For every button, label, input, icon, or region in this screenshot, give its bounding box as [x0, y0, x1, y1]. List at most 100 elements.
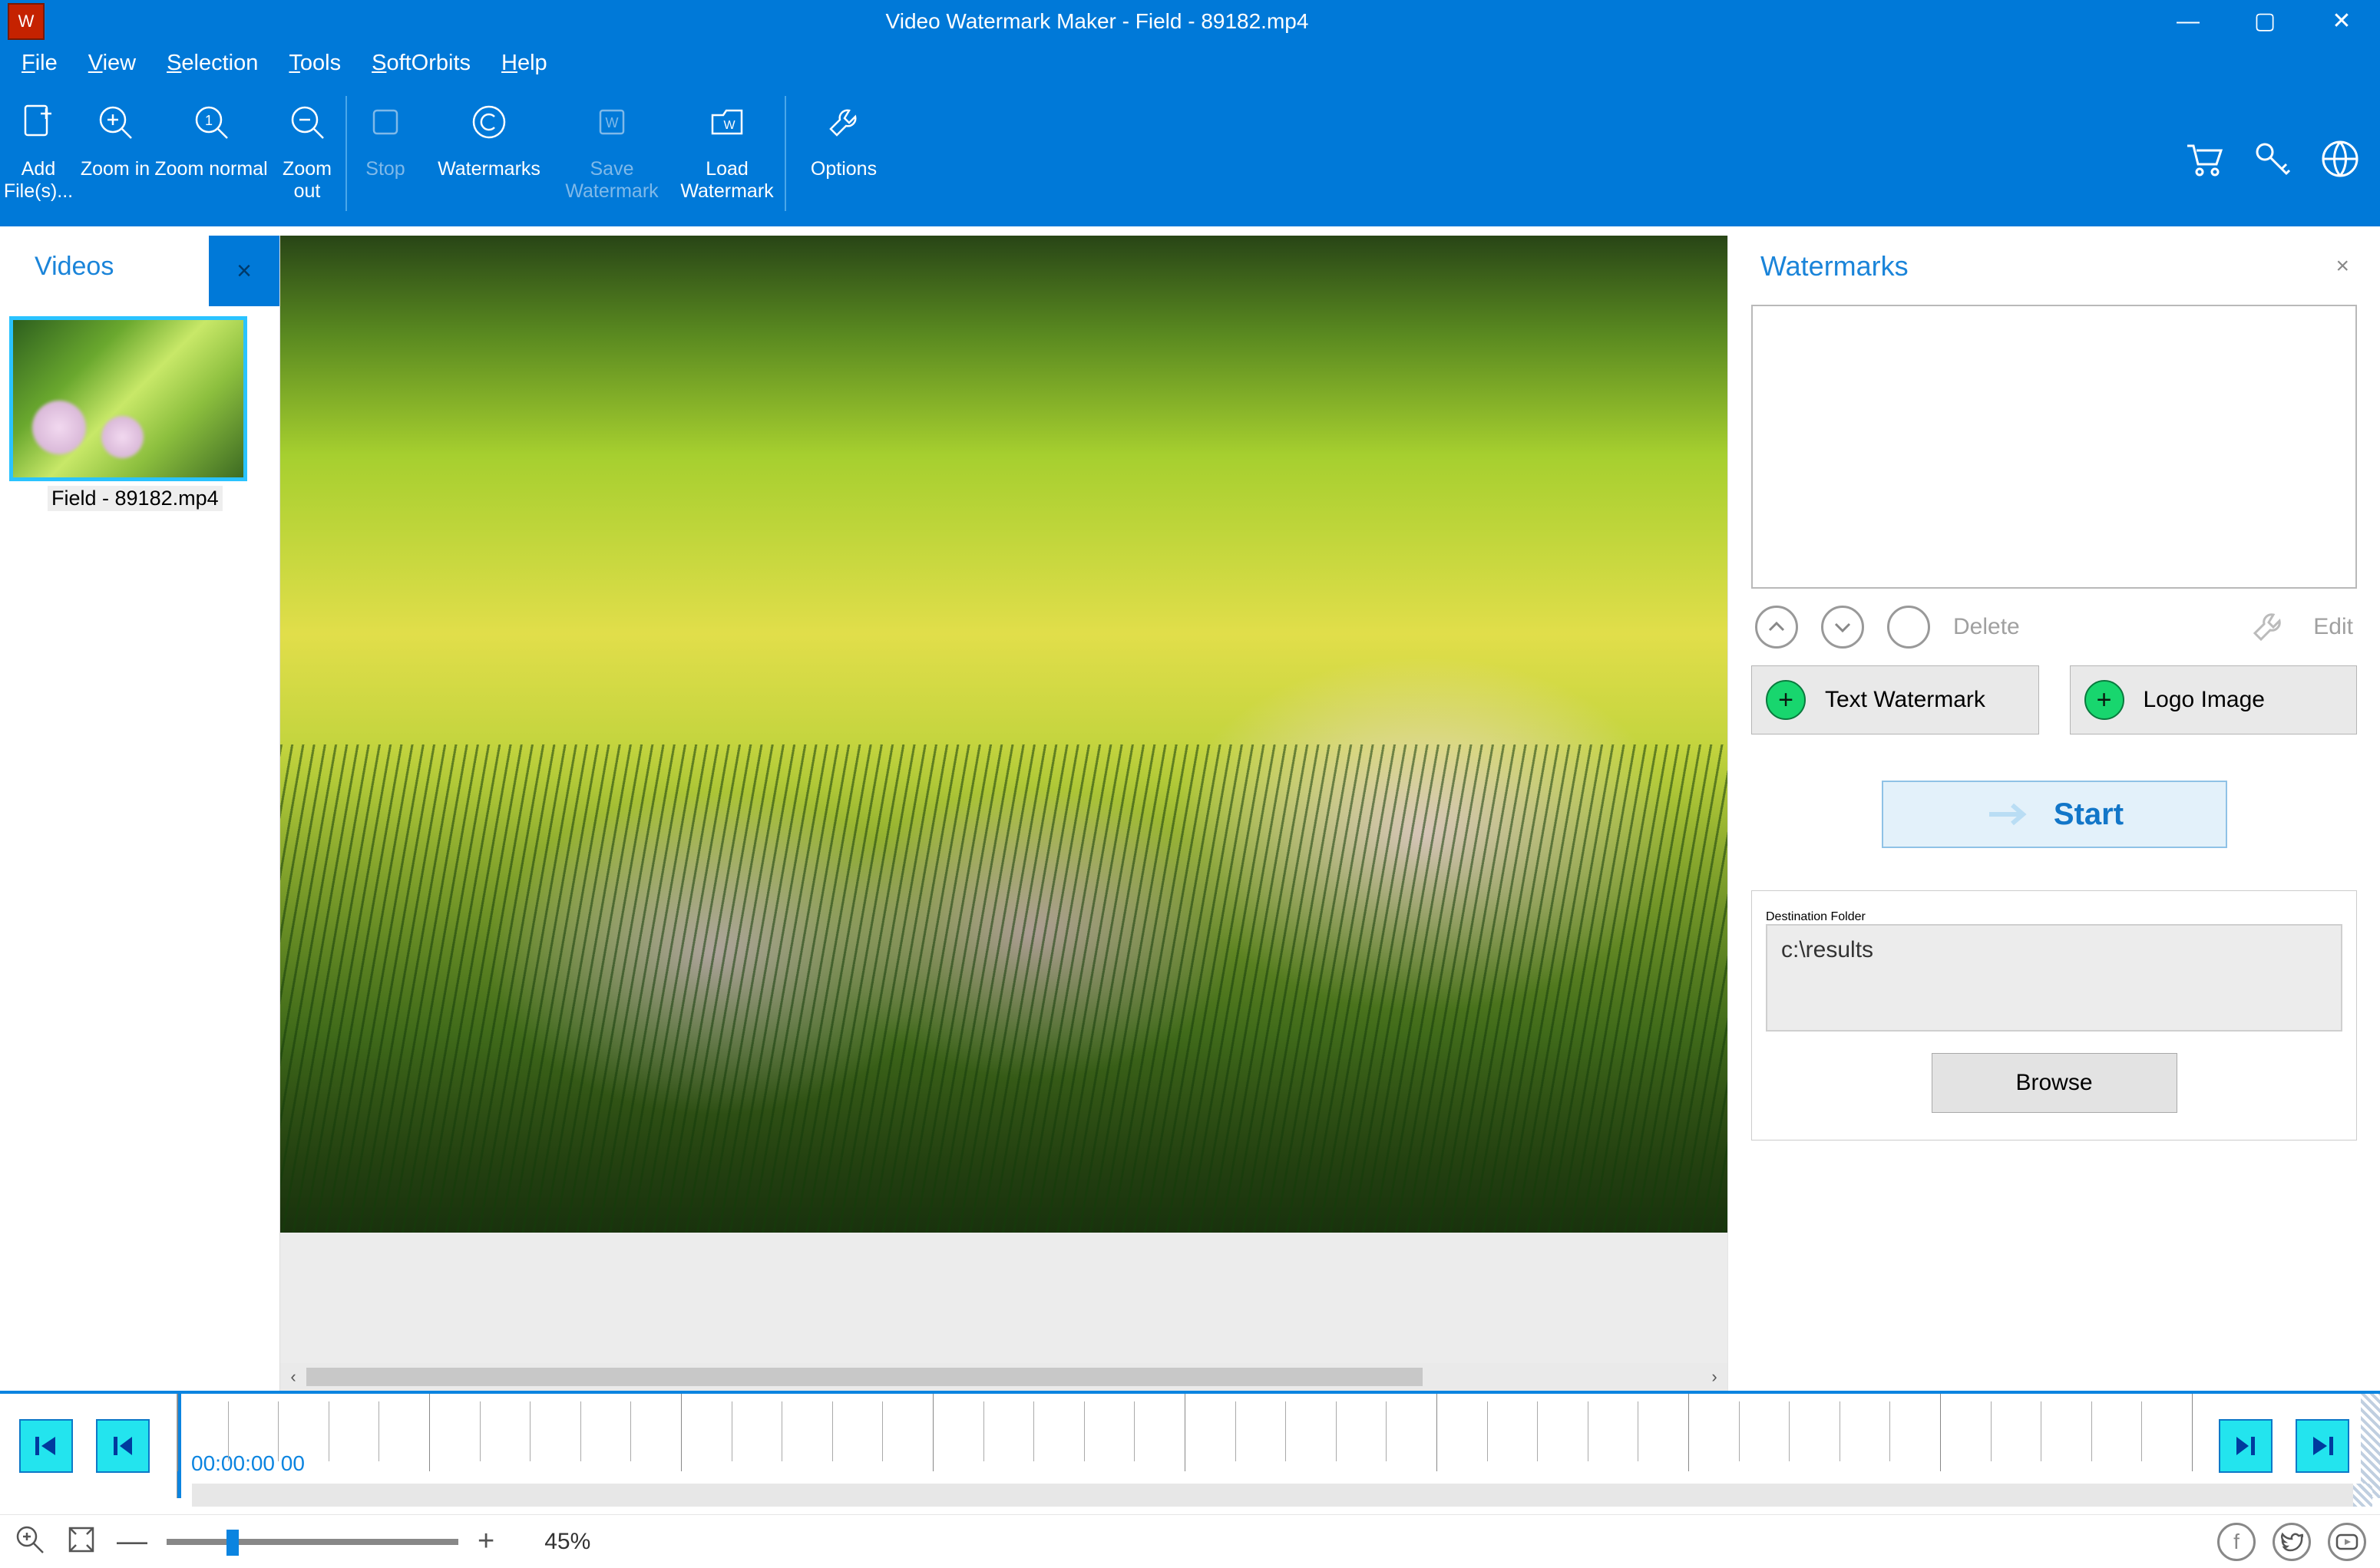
menu-softorbits[interactable]: SoftOrbits — [372, 51, 471, 76]
watermarks-list[interactable] — [1751, 305, 2357, 589]
timeline-tick — [530, 1401, 531, 1461]
toolbar: Add File(s)... Zoom in 1 Zoom normal Zoo… — [0, 84, 2380, 226]
timeline-tick — [1386, 1401, 1387, 1461]
watermarks-panel-title: Watermarks — [1751, 250, 2335, 282]
options-button[interactable]: Options — [786, 88, 901, 223]
timeline-tick — [681, 1394, 682, 1471]
destination-folder-input[interactable]: c:\results — [1766, 924, 2342, 1032]
zoom-in-button[interactable]: Zoom in — [77, 88, 154, 223]
skip-end-button[interactable] — [2296, 1419, 2349, 1473]
fit-screen-icon[interactable] — [65, 1523, 98, 1560]
timeline-tick — [1688, 1394, 1689, 1471]
menu-help[interactable]: Help — [501, 51, 547, 76]
video-thumbnail[interactable] — [9, 316, 247, 481]
menu-view[interactable]: View — [88, 51, 136, 76]
menu-selection[interactable]: Selection — [167, 51, 258, 76]
zoom-out-button[interactable]: Zoom out — [269, 88, 345, 223]
timeline-tick — [882, 1401, 883, 1461]
window-title: Video Watermark Maker - Field - 89182.mp… — [45, 9, 2150, 34]
logo-image-button[interactable]: + Logo Image — [2070, 665, 2358, 734]
text-watermark-label: Text Watermark — [1825, 687, 1985, 713]
zoom-out-label: Zoom out — [269, 158, 345, 203]
timeline-ruler[interactable]: 00:00:00 00 — [177, 1394, 2192, 1498]
edit-icon[interactable] — [2247, 606, 2290, 649]
skip-start-button[interactable] — [19, 1419, 73, 1473]
menu-bar: File View Selection Tools SoftOrbits Hel… — [0, 42, 2380, 84]
start-label: Start — [2054, 797, 2124, 832]
timeline-tick — [1487, 1401, 1488, 1461]
zoom-plus-icon[interactable]: + — [478, 1525, 494, 1558]
load-watermark-button[interactable]: W Load Watermark — [669, 88, 785, 223]
timeline-tick — [983, 1401, 984, 1461]
timeline-tick — [1033, 1401, 1034, 1461]
edit-button[interactable]: Edit — [2313, 614, 2353, 640]
twitter-icon[interactable] — [2273, 1523, 2311, 1561]
watermarks-panel: Watermarks × Delete Edit + Text Watermar… — [1727, 236, 2380, 1391]
move-down-button[interactable] — [1821, 606, 1864, 649]
move-up-button[interactable] — [1755, 606, 1798, 649]
video-preview[interactable] — [280, 236, 1727, 1233]
videos-panel-close[interactable]: × — [209, 236, 279, 306]
zoom-slider-knob[interactable] — [226, 1530, 239, 1556]
timeline-tick — [378, 1401, 379, 1461]
timeline-tick — [429, 1394, 430, 1471]
scroll-thumb[interactable] — [306, 1368, 1423, 1386]
save-watermark-button: W Save Watermark — [554, 88, 669, 223]
zoom-in-label: Zoom in — [81, 158, 150, 180]
cart-icon[interactable] — [2183, 138, 2224, 183]
add-files-button[interactable]: Add File(s)... — [0, 88, 77, 223]
timeline-tick — [2192, 1394, 2193, 1471]
delete-button[interactable]: Delete — [1953, 614, 2020, 640]
scroll-track[interactable] — [306, 1366, 1701, 1388]
video-item[interactable]: Field - 89182.mp4 — [9, 316, 270, 511]
zoom-normal-icon: 1 — [187, 97, 236, 147]
close-button[interactable]: ✕ — [2303, 0, 2380, 42]
remove-button[interactable] — [1887, 606, 1930, 649]
add-file-icon — [14, 97, 63, 147]
scroll-right-icon[interactable]: › — [1701, 1367, 1727, 1387]
timeline-tick — [1789, 1401, 1790, 1461]
timeline: 00:00:00 00 — [0, 1391, 2380, 1498]
timeline-resize-grip[interactable] — [2361, 1394, 2380, 1498]
menu-file[interactable]: File — [21, 51, 58, 76]
start-button[interactable]: Start — [1882, 781, 2227, 848]
svg-text:W: W — [606, 115, 619, 130]
main-area: Videos × Field - 89182.mp4 ‹ › Watermark… — [0, 236, 2380, 1391]
timeline-tick — [832, 1401, 833, 1461]
maximize-button[interactable]: ▢ — [2226, 0, 2303, 42]
watermarks-panel-close[interactable]: × — [2335, 253, 2357, 279]
preview-spacer — [280, 1233, 1727, 1363]
timeline-tick — [480, 1401, 481, 1461]
text-watermark-button[interactable]: + Text Watermark — [1751, 665, 2039, 734]
minimize-button[interactable]: — — [2150, 0, 2226, 42]
zoom-slider[interactable] — [167, 1539, 458, 1545]
globe-icon[interactable] — [2319, 138, 2361, 183]
facebook-icon[interactable]: f — [2217, 1523, 2256, 1561]
youtube-icon[interactable] — [2328, 1523, 2366, 1561]
svg-text:W: W — [723, 119, 735, 132]
prev-frame-button[interactable] — [96, 1419, 150, 1473]
browse-button[interactable]: Browse — [1932, 1053, 2177, 1113]
zoom-normal-button[interactable]: 1 Zoom normal — [154, 88, 269, 223]
menu-tools[interactable]: Tools — [289, 51, 341, 76]
load-watermark-icon: W — [702, 97, 752, 147]
videos-panel: Videos × Field - 89182.mp4 — [0, 236, 280, 1391]
next-frame-button[interactable] — [2219, 1419, 2273, 1473]
watermarks-button[interactable]: Watermarks — [424, 88, 554, 223]
stop-icon — [361, 97, 410, 147]
zoom-tool-icon[interactable] — [14, 1523, 46, 1560]
timeline-tick — [1991, 1401, 1992, 1461]
key-icon[interactable] — [2251, 138, 2292, 183]
timeline-tick — [1235, 1401, 1236, 1461]
timeline-tick — [2091, 1401, 2092, 1461]
zoom-minus-icon[interactable]: — — [117, 1524, 147, 1559]
load-watermark-label: Load Watermark — [669, 158, 785, 203]
zoom-out-icon — [283, 97, 332, 147]
scroll-left-icon[interactable]: ‹ — [280, 1367, 306, 1387]
video-item-name: Field - 89182.mp4 — [48, 486, 223, 511]
timeline-tick — [630, 1401, 631, 1461]
timeline-tick — [1084, 1401, 1085, 1461]
horizontal-scrollbar[interactable]: ‹ › — [280, 1363, 1727, 1391]
bottom-scroll-strip[interactable] — [192, 1484, 2372, 1507]
timeline-tick — [278, 1401, 279, 1461]
